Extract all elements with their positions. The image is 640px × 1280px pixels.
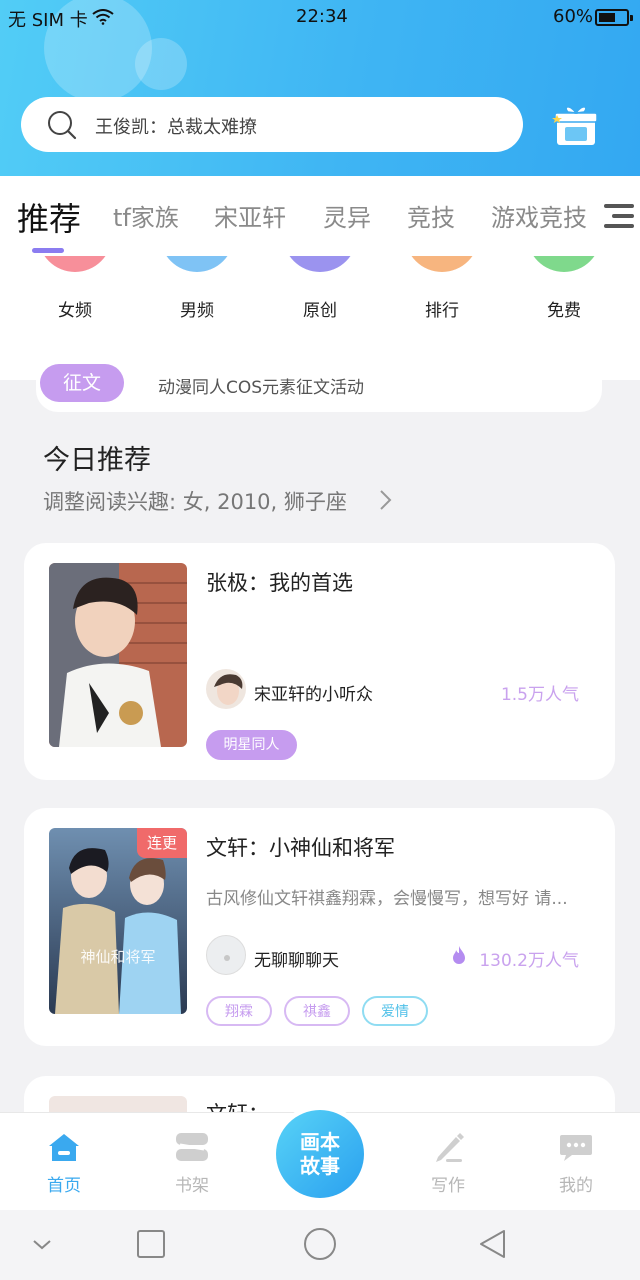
tab-supernatural[interactable]: 灵异 — [323, 198, 371, 233]
free-icon — [527, 256, 601, 272]
nav-label: 首页 — [47, 1176, 81, 1196]
female-channel-icon — [38, 256, 112, 272]
tab-recommend[interactable]: 推荐 — [17, 194, 81, 240]
picture-story-button[interactable]: 画本 故事 — [276, 1110, 364, 1198]
popularity: 1.5万人气 — [500, 685, 579, 705]
tab-tf-family[interactable]: tf家族 — [113, 198, 179, 233]
event-banner[interactable]: 征文 动漫同人COS元素征文活动 — [36, 356, 602, 412]
header: 无 SIM 卡 22:34 60% 王俊凯：总裁太难撩 — [0, 0, 640, 176]
ranking-icon — [405, 256, 479, 272]
tag-romance[interactable]: 爱情 — [362, 996, 428, 1026]
tag-celebrity-fanfic[interactable]: 明星同人 — [206, 730, 297, 760]
active-tab-indicator — [32, 248, 64, 253]
original-icon — [283, 256, 357, 272]
category-original[interactable]: 原创 — [265, 256, 375, 366]
system-nav-bar — [0, 1210, 640, 1280]
chevron-down-icon[interactable] — [30, 1232, 54, 1256]
category-label: 原创 — [303, 301, 337, 321]
category-label: 免费 — [547, 301, 581, 321]
svg-text:神仙和将军: 神仙和将军 — [80, 948, 155, 966]
category-male[interactable]: 男频 — [142, 256, 252, 366]
book-card[interactable]: 张极：我的首选 宋亚轩的小听众 1.5万人气 明星同人 — [24, 543, 615, 780]
book-title: 文轩：小神仙和将军 — [206, 836, 395, 860]
event-title: 动漫同人COS元素征文活动 — [158, 378, 365, 398]
male-channel-icon — [160, 256, 234, 272]
home-button-icon[interactable] — [303, 1227, 337, 1261]
category-label: 女频 — [58, 301, 92, 321]
author-name: 无聊聊聊天 — [254, 951, 339, 971]
recent-apps-icon[interactable] — [136, 1229, 166, 1259]
author-name: 宋亚轩的小听众 — [254, 685, 373, 705]
wifi-icon — [92, 9, 114, 25]
tag-xianglin[interactable]: 翔霖 — [206, 996, 272, 1026]
back-icon[interactable] — [477, 1228, 507, 1260]
search-input[interactable]: 王俊凯：总裁太难撩 — [95, 113, 257, 139]
home-icon — [49, 1134, 79, 1161]
nav-label: 写作 — [431, 1176, 465, 1196]
tab-sports[interactable]: 竞技 — [407, 198, 455, 233]
serializing-badge: 连更 — [137, 828, 187, 858]
section-title: 今日推荐 — [43, 445, 151, 476]
book-description: 古风修仙文轩祺鑫翔霖，会慢慢写，想写好 请... — [206, 889, 568, 909]
nav-label: 我的 — [559, 1176, 593, 1196]
clock: 22:34 — [296, 6, 348, 27]
book-cover — [49, 563, 187, 747]
search-bar[interactable]: 王俊凯：总裁太难撩 — [21, 97, 523, 152]
nav-write[interactable]: 写作 — [408, 1131, 488, 1201]
battery-percent: 60% — [553, 6, 594, 27]
book-title: 张极：我的首选 — [206, 571, 353, 595]
search-icon — [48, 111, 77, 140]
tag-qixin[interactable]: 祺鑫 — [284, 996, 350, 1026]
bookshelf-icon — [176, 1133, 208, 1161]
carrier-label: 无 SIM 卡 — [8, 10, 88, 31]
author-avatar — [206, 669, 246, 709]
fab-label-line2: 故事 — [300, 1154, 340, 1178]
fab-label-line1: 画本 — [300, 1130, 340, 1154]
tab-menu-icon[interactable] — [596, 200, 636, 234]
status-bar: 无 SIM 卡 22:34 60% — [0, 0, 640, 34]
category-label: 排行 — [425, 301, 459, 321]
chevron-right-icon[interactable] — [376, 488, 396, 512]
book-cover: 神仙和将军 连更 — [49, 828, 187, 1014]
book-card[interactable]: 神仙和将军 连更 文轩：小神仙和将军 古风修仙文轩祺鑫翔霖，会慢慢写，想写好 请… — [24, 808, 615, 1046]
category-ranking[interactable]: 排行 — [387, 256, 497, 366]
category-tabs: 推荐 tf家族 宋亚轩 灵异 竞技 游戏竞技 — [0, 176, 640, 256]
category-free[interactable]: 免费 — [509, 256, 619, 366]
nav-home[interactable]: 首页 — [24, 1131, 104, 1201]
tab-song-yaxuan[interactable]: 宋亚轩 — [214, 198, 286, 233]
nav-profile[interactable]: 我的 — [536, 1131, 616, 1201]
nav-label: 书架 — [175, 1176, 209, 1196]
decor-bubble — [135, 38, 187, 90]
chat-bubble-icon — [560, 1135, 592, 1161]
reading-interest-link[interactable]: 调整阅读兴趣: 女, 2010, 狮子座 — [43, 486, 347, 516]
popularity: 130.2万人气 — [479, 951, 579, 971]
tab-esports[interactable]: 游戏竞技 — [491, 198, 587, 233]
event-tag: 征文 — [40, 364, 124, 402]
category-female[interactable]: 女频 — [20, 256, 130, 366]
battery-icon — [595, 9, 633, 26]
nav-bookshelf[interactable]: 书架 — [152, 1131, 232, 1201]
pen-icon — [436, 1133, 464, 1162]
author-avatar — [206, 935, 246, 975]
flame-icon — [453, 946, 465, 964]
category-label: 男频 — [180, 301, 214, 321]
checkin-gift-icon[interactable] — [551, 101, 599, 149]
